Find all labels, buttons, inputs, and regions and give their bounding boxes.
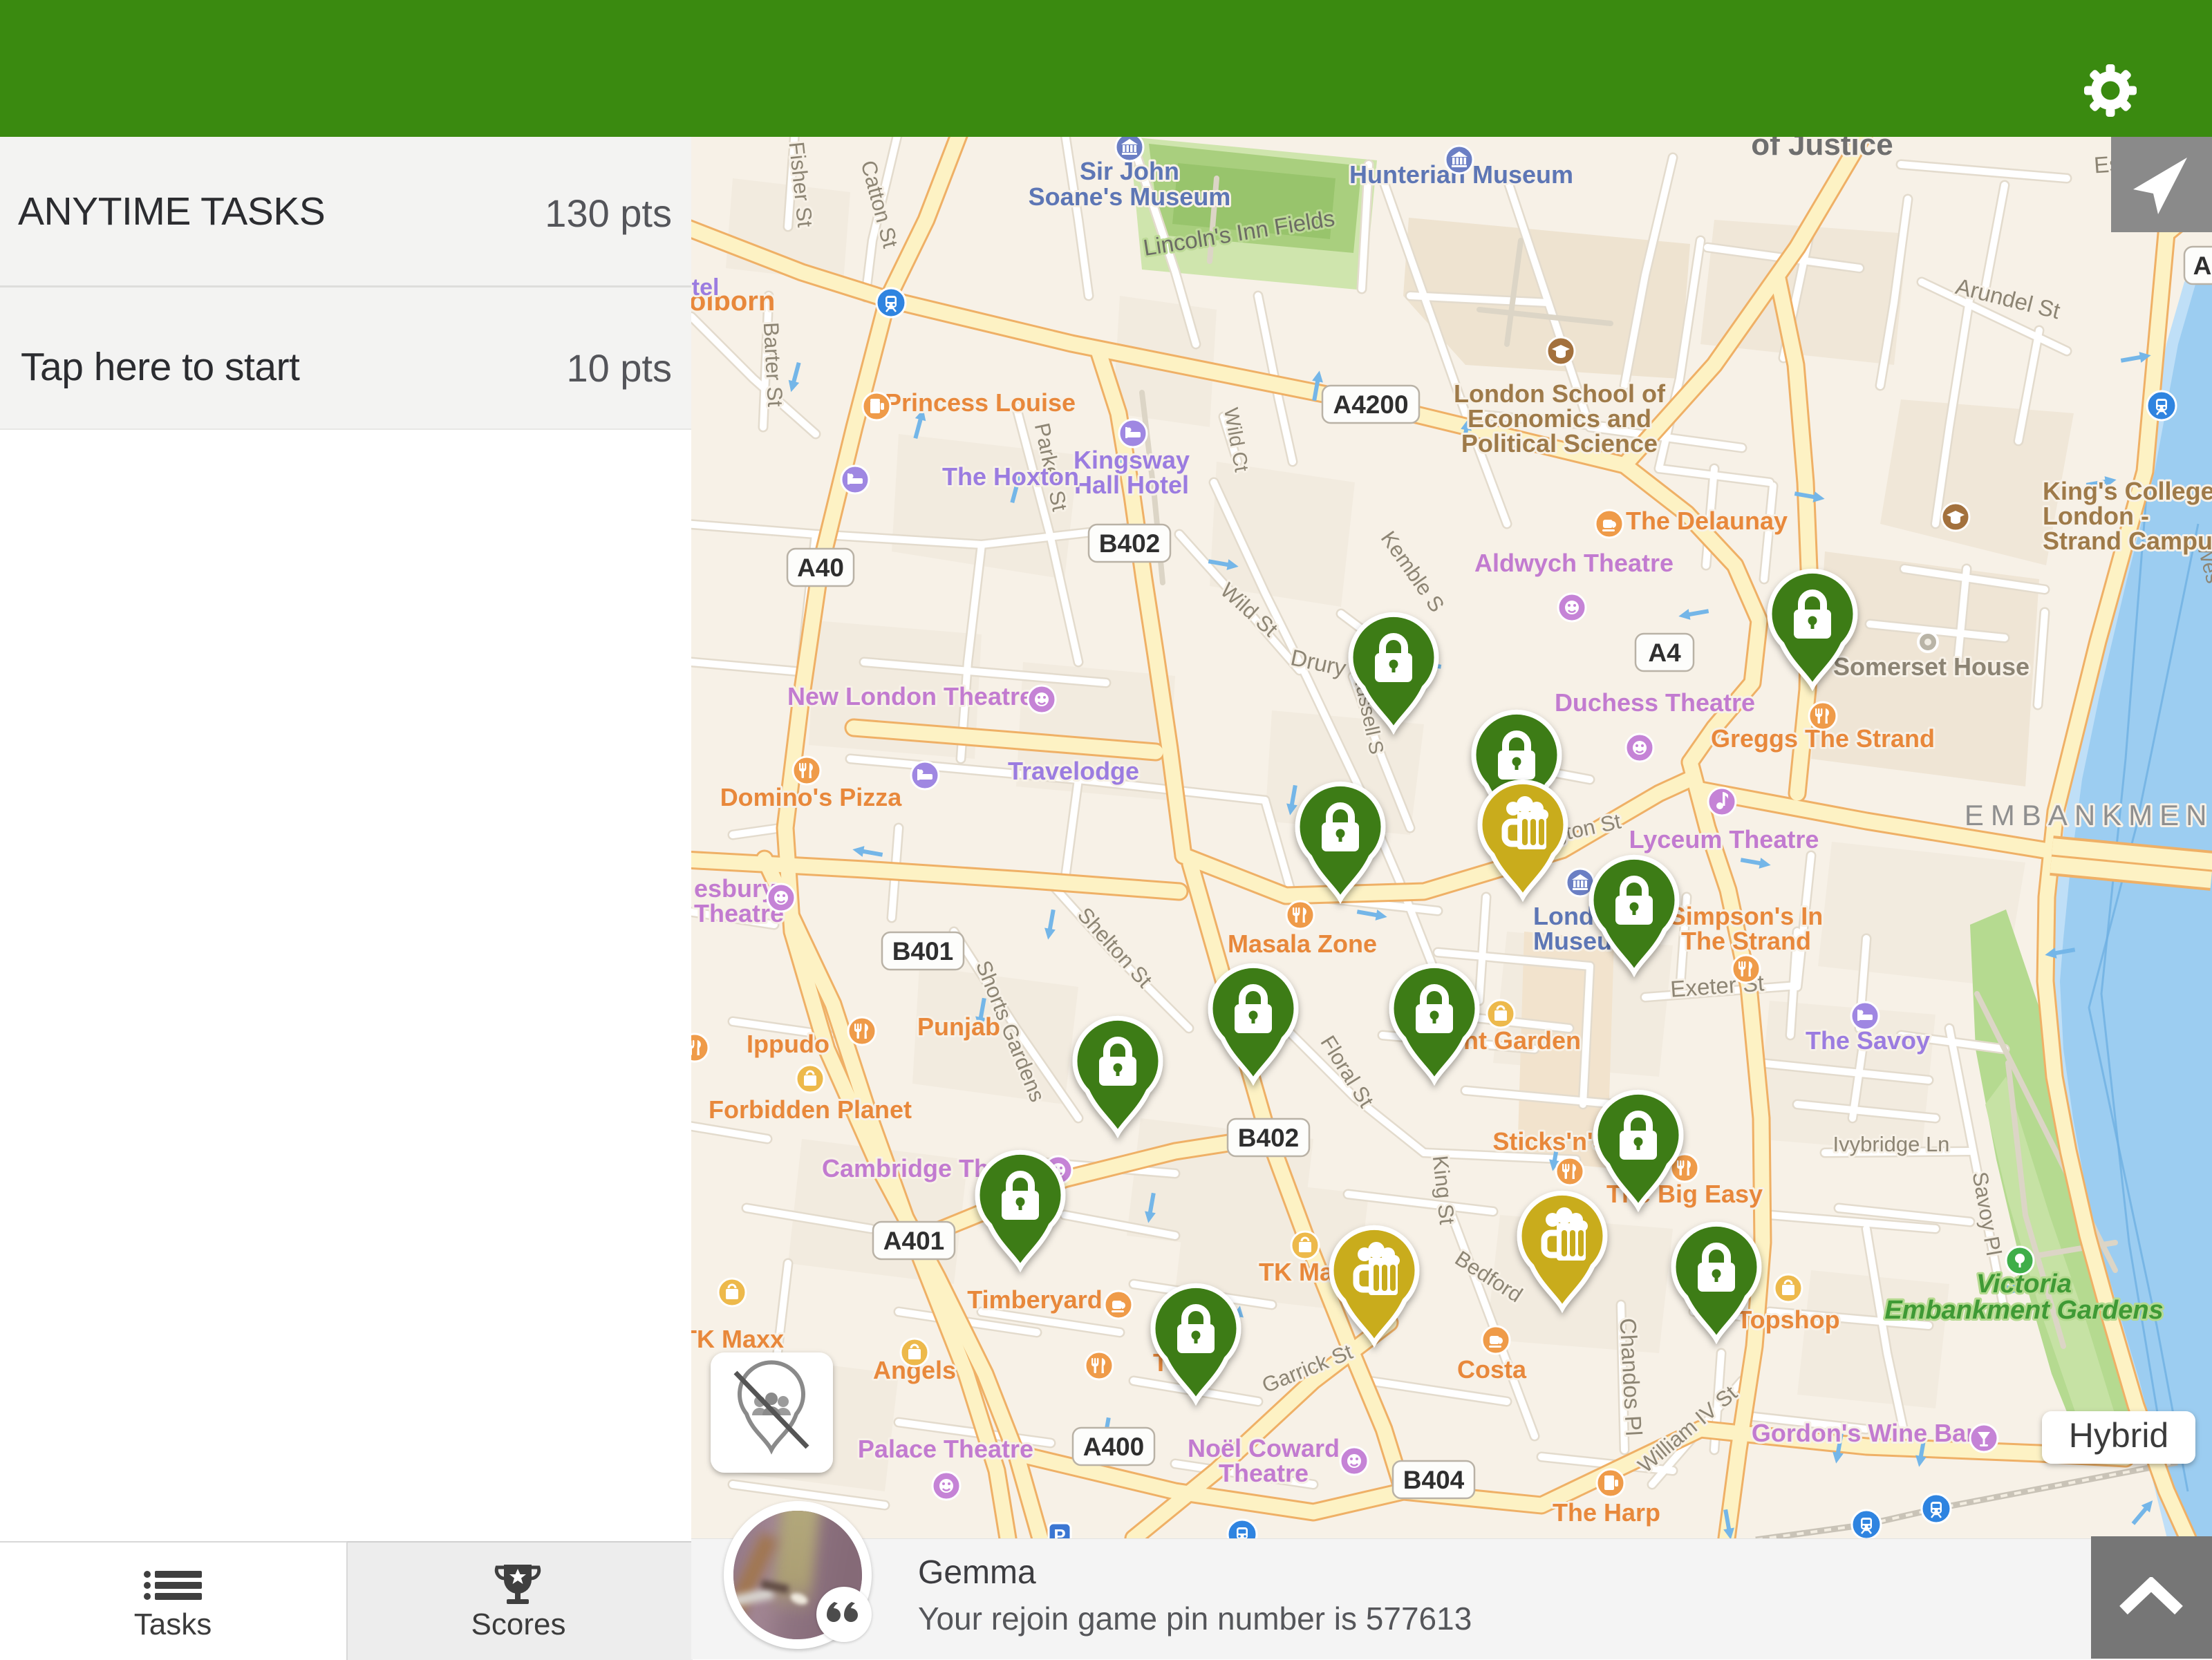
svg-text:Simpson's In: Simpson's In: [1669, 902, 1824, 930]
svg-text:Lyceum Theatre: Lyceum Theatre: [1629, 825, 1819, 853]
svg-text:Theatre: Theatre: [1219, 1459, 1309, 1487]
svg-text:EMBANKMENT: EMBANKMENT: [1965, 799, 2212, 831]
svg-text:London -: London -: [2043, 502, 2149, 530]
svg-text:Museu: Museu: [1533, 927, 1612, 955]
svg-text:Political Science: Political Science: [1461, 429, 1658, 458]
svg-text:esbury: esbury: [694, 874, 776, 903]
svg-text:Duchess Theatre: Duchess Theatre: [1555, 688, 1755, 717]
svg-text:TK Maxx: TK Maxx: [691, 1325, 784, 1353]
svg-text:P: P: [1053, 1525, 1065, 1538]
svg-text:otel: otel: [691, 274, 719, 301]
svg-text:A4: A4: [1648, 639, 1681, 667]
svg-text:Embankment Gardens: Embankment Gardens: [1884, 1296, 2163, 1325]
svg-text:Ivybridge Ln: Ivybridge Ln: [1833, 1132, 1950, 1156]
svg-text:The Strand: The Strand: [1681, 927, 1811, 955]
svg-text:Hybrid: Hybrid: [2069, 1416, 2168, 1455]
svg-text:Strand Campus: Strand Campus: [2043, 527, 2212, 555]
svg-text:Princess Louise: Princess Louise: [885, 388, 1076, 417]
svg-text:B402: B402: [1238, 1124, 1299, 1152]
svg-text:B404: B404: [1403, 1466, 1465, 1494]
svg-text:A401: A401: [883, 1227, 944, 1255]
svg-text:Forbidden Planet: Forbidden Planet: [709, 1095, 912, 1124]
svg-text:B402: B402: [1099, 529, 1160, 558]
svg-text:The Hoxton: The Hoxton: [942, 462, 1079, 491]
svg-text:Topshop: Topshop: [1736, 1305, 1839, 1334]
svg-text:London School of: London School of: [1454, 379, 1666, 408]
svg-text:A4200: A4200: [1333, 390, 1408, 419]
svg-text:A400: A400: [1083, 1433, 1144, 1461]
svg-text:Hall Hotel: Hall Hotel: [1074, 471, 1189, 499]
svg-text:Punjab: Punjab: [917, 1012, 1000, 1041]
svg-text:A40: A40: [797, 554, 844, 582]
svg-text:Somerset House: Somerset House: [1833, 652, 2030, 681]
svg-text:Aldwych Theatre: Aldwych Theatre: [1474, 549, 1674, 577]
svg-text:Kingsway: Kingsway: [1074, 446, 1190, 474]
svg-text:Gordon's Wine Bar: Gordon's Wine Bar: [1752, 1419, 1976, 1447]
svg-text:Travelodge: Travelodge: [1008, 757, 1139, 785]
svg-text:Noël Coward: Noël Coward: [1188, 1434, 1340, 1462]
svg-text:A: A: [2193, 252, 2212, 280]
svg-text:Sticks'n'S: Sticks'n'S: [1492, 1127, 1609, 1156]
svg-text:Economics and: Economics and: [1468, 404, 1651, 433]
svg-text:Barter St: Barter St: [759, 321, 787, 407]
svg-text:Timberyard: Timberyard: [967, 1285, 1102, 1314]
svg-text:King's College: King's College: [2043, 477, 2212, 505]
svg-text:Palace Theatre: Palace Theatre: [858, 1435, 1033, 1463]
svg-text:The Harp: The Harp: [1553, 1498, 1660, 1527]
svg-text:of Justice: of Justice: [1751, 137, 1893, 162]
svg-text:Ippudo: Ippudo: [747, 1030, 830, 1058]
svg-text:The Delaunay: The Delaunay: [1626, 507, 1788, 535]
svg-text:Costa: Costa: [1457, 1355, 1527, 1384]
svg-text:Masala Zone: Masala Zone: [1228, 930, 1377, 958]
svg-text:The Savoy: The Savoy: [1806, 1026, 1930, 1055]
svg-text:Soane's Museum: Soane's Museum: [1029, 182, 1231, 211]
svg-text:Cambridge Th: Cambridge Th: [822, 1154, 989, 1182]
svg-text:New London Theatre: New London Theatre: [787, 682, 1033, 710]
svg-text:B401: B401: [892, 937, 953, 965]
svg-text:TK Ma: TK Ma: [1259, 1258, 1334, 1286]
svg-text:Domino's Pizza: Domino's Pizza: [720, 783, 903, 811]
